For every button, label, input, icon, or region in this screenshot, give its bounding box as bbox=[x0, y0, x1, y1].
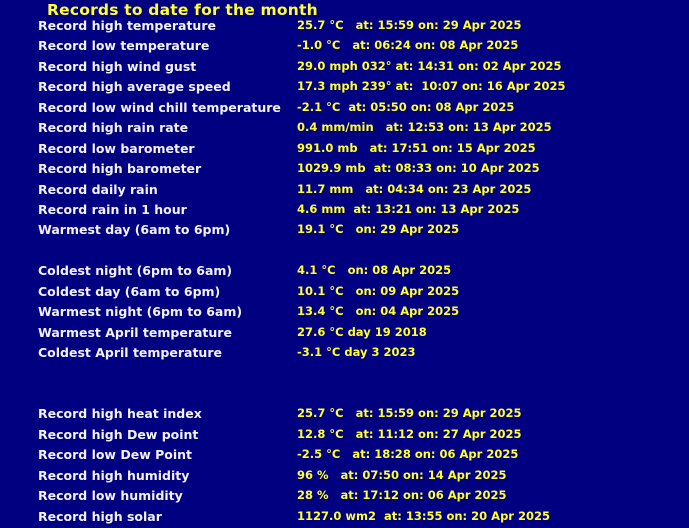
record-value: 11.7 mm at: 04:34 on: 23 Apr 2025 bbox=[297, 181, 532, 196]
records-list: Record high temperature 25.7 °C at: 15:59… bbox=[0, 17, 689, 528]
record-row: Coldest April temperature -3.1 °C day 3 2… bbox=[0, 344, 689, 364]
record-label: Record low barometer bbox=[38, 140, 195, 156]
record-label: Coldest April temperature bbox=[38, 345, 222, 360]
record-row: Record high humidity 96 % at: 07:50 on: 1… bbox=[0, 467, 689, 487]
record-row: Coldest night (6pm to 6am) 4.1 °C on: 08 … bbox=[0, 262, 689, 282]
record-row: Record daily rain 11.7 mm at: 04:34 on: 2… bbox=[0, 181, 689, 201]
record-value: 29.0 mph 032° at: 14:31 on: 02 Apr 2025 bbox=[297, 58, 562, 73]
row-spacer bbox=[0, 242, 689, 262]
record-label: Record high average speed bbox=[38, 79, 231, 95]
record-row: Warmest night (6pm to 6am) 13.4 °C on: 04… bbox=[0, 303, 689, 323]
record-value: 4.6 mm at: 13:21 on: 13 Apr 2025 bbox=[297, 201, 520, 216]
record-label: Record high humidity bbox=[38, 467, 190, 483]
record-row: Record low temperature -1.0 °C at: 06:24 … bbox=[0, 37, 689, 57]
record-label: Record high solar bbox=[38, 508, 162, 524]
record-row: Record high barometer 1029.9 mb at: 08:33… bbox=[0, 160, 689, 180]
record-row: Coldest day (6am to 6pm) 10.1 °C on: 09 A… bbox=[0, 283, 689, 303]
record-label: Coldest night (6pm to 6am) bbox=[38, 263, 233, 279]
record-label: Record low Dew Point bbox=[38, 447, 192, 463]
record-row: Record low Dew Point -2.5 °C at: 18:28 on… bbox=[0, 446, 689, 466]
record-label: Record daily rain bbox=[38, 181, 158, 197]
record-value: 13.4 °C on: 04 Apr 2025 bbox=[297, 304, 460, 319]
record-value: 4.1 °C on: 08 Apr 2025 bbox=[297, 263, 452, 278]
record-row: Record high temperature 25.7 °C at: 15:59… bbox=[0, 17, 689, 37]
record-row: Record high heat index 25.7 °C at: 15:59 … bbox=[0, 405, 689, 425]
record-label: Record high Dew point bbox=[38, 426, 199, 442]
record-value: 17.3 mph 239° at: 10:07 on: 16 Apr 2025 bbox=[297, 79, 566, 94]
record-value: 1029.9 mb at: 08:33 on: 10 Apr 2025 bbox=[297, 161, 540, 176]
record-row: Record rain in 1 hour 4.6 mm at: 13:21 on… bbox=[0, 201, 689, 221]
record-row: Record low humidity 28 % at: 17:12 on: 06… bbox=[0, 487, 689, 507]
record-row: Record high rain rate 0.4 mm/min at: 12:5… bbox=[0, 119, 689, 139]
record-row: Record high average speed 17.3 mph 239° a… bbox=[0, 78, 689, 98]
record-label: Record low temperature bbox=[38, 38, 210, 54]
record-label: Record high temperature bbox=[38, 18, 216, 33]
weather-records-page: Records to date for the month Record hig… bbox=[0, 0, 689, 524]
record-value: 1127.0 wm2 at: 13:55 on: 20 Apr 2025 bbox=[297, 508, 550, 523]
record-label: Record high heat index bbox=[38, 406, 202, 422]
record-value: 25.7 °C at: 15:59 on: 29 Apr 2025 bbox=[297, 406, 522, 421]
record-value: 96 % at: 07:50 on: 14 Apr 2025 bbox=[297, 467, 507, 482]
record-value: -3.1 °C day 3 2023 bbox=[297, 345, 416, 359]
record-value: 10.1 °C on: 09 Apr 2025 bbox=[297, 283, 460, 298]
record-row: Record low barometer 991.0 mb at: 17:51 o… bbox=[0, 140, 689, 160]
record-value: 991.0 mb at: 17:51 on: 15 Apr 2025 bbox=[297, 140, 536, 155]
record-label: Warmest day (6am to 6pm) bbox=[38, 222, 231, 238]
record-row: Warmest day (6am to 6pm) 19.1 °C on: 29 A… bbox=[0, 221, 689, 241]
record-label: Record high rain rate bbox=[38, 120, 189, 136]
record-value: -1.0 °C at: 06:24 on: 08 Apr 2025 bbox=[297, 38, 519, 53]
record-label: Record low wind chill temperature bbox=[38, 99, 281, 115]
record-value: 19.1 °C on: 29 Apr 2025 bbox=[297, 222, 460, 237]
record-label: Record high wind gust bbox=[38, 58, 197, 74]
record-row: Warmest April temperature 27.6 °C day 19 … bbox=[0, 324, 689, 344]
record-label: Warmest April temperature bbox=[38, 324, 232, 340]
record-label: Record rain in 1 hour bbox=[38, 201, 187, 217]
record-value: 25.7 °C at: 15:59 on: 29 Apr 2025 bbox=[297, 18, 522, 32]
record-value: 27.6 °C day 19 2018 bbox=[297, 324, 427, 339]
record-row: Record high wind gust 29.0 mph 032° at: 1… bbox=[0, 58, 689, 78]
record-row: Record high Dew point 12.8 °C at: 11:12 o… bbox=[0, 426, 689, 446]
record-value: -2.5 °C at: 18:28 on: 06 Apr 2025 bbox=[297, 447, 519, 462]
record-label: Warmest night (6pm to 6am) bbox=[38, 304, 243, 320]
record-label: Record low humidity bbox=[38, 488, 183, 504]
record-value: 12.8 °C at: 11:12 on: 27 Apr 2025 bbox=[297, 426, 522, 441]
record-label: Coldest day (6am to 6pm) bbox=[38, 283, 221, 299]
row-spacer bbox=[0, 364, 689, 384]
row-spacer bbox=[0, 385, 689, 405]
record-row: Record low wind chill temperature -2.1 °C… bbox=[0, 99, 689, 119]
record-value: 28 % at: 17:12 on: 06 Apr 2025 bbox=[297, 488, 507, 503]
record-value: -2.1 °C at: 05:50 on: 08 Apr 2025 bbox=[297, 99, 515, 114]
record-value: 0.4 mm/min at: 12:53 on: 13 Apr 2025 bbox=[297, 120, 552, 135]
record-label: Record high barometer bbox=[38, 161, 202, 177]
